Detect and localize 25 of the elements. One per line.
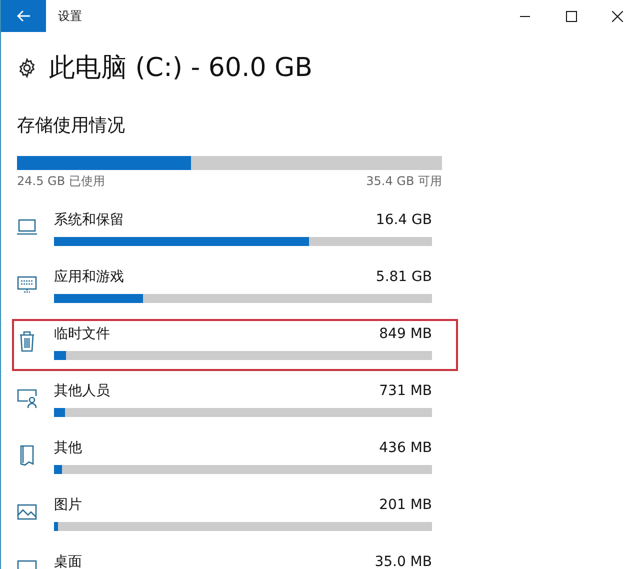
category-label[interactable]: 应用和游戏	[54, 267, 124, 287]
section-title: 存储使用情况	[17, 114, 125, 138]
category-label[interactable]: 系统和保留	[54, 210, 124, 230]
category-label[interactable]: 其他	[54, 438, 82, 458]
category-size: 849 MB	[379, 325, 432, 344]
used-space-label: 24.5 GB 已使用	[17, 173, 105, 189]
category-size: 35.0 MB	[374, 553, 432, 569]
back-arrow-icon	[16, 10, 30, 22]
category-size: 5.81 GB	[376, 268, 432, 287]
window-title: 设置	[58, 8, 82, 25]
monitor-person-icon	[16, 387, 38, 409]
category-label[interactable]: 桌面	[54, 552, 82, 569]
close-icon	[612, 10, 622, 22]
settings-icon	[17, 58, 37, 78]
category-label[interactable]: 临时文件	[54, 324, 110, 344]
category-label[interactable]: 其他人员	[54, 381, 110, 401]
category-size: 436 MB	[379, 439, 432, 458]
page-heading: 此电脑 (C:) - 60.0 GB	[49, 52, 313, 85]
category-size: 731 MB	[379, 382, 432, 401]
free-space-label: 35.4 GB 可用	[366, 173, 442, 189]
category-size: 201 MB	[379, 496, 432, 515]
category-label[interactable]: 图片	[54, 495, 82, 515]
maximize-icon	[566, 10, 576, 22]
category-size: 16.4 GB	[376, 211, 432, 230]
back-button[interactable]	[1, 0, 46, 32]
